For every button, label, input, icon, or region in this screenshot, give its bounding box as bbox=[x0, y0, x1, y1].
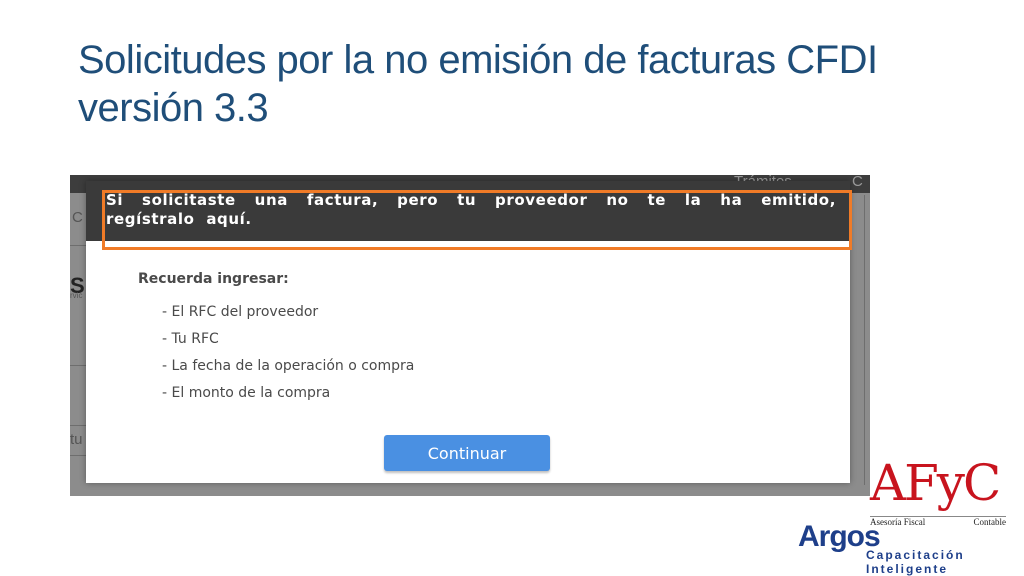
slide-title-line-2: versión 3.3 bbox=[78, 86, 269, 130]
continue-button[interactable]: Continuar bbox=[384, 435, 550, 471]
argos-tagline-line-2: Inteligente bbox=[866, 562, 949, 576]
background-menu-fragment[interactable]: C bbox=[852, 175, 863, 190]
background-divider bbox=[70, 245, 86, 246]
background-divider-vertical bbox=[864, 195, 865, 485]
argos-tagline-line-1: Capacitación bbox=[866, 548, 965, 562]
afyc-logo-letters: AFyC bbox=[870, 454, 1001, 512]
highlight-annotation-box bbox=[102, 190, 852, 250]
background-divider bbox=[70, 425, 86, 426]
slide-title-line-1: Solicitudes por la no emisión de factura… bbox=[78, 38, 878, 82]
argos-logo: Argos Capacitación Inteligente bbox=[798, 520, 1022, 576]
list-item: - Tu RFC bbox=[162, 331, 219, 347]
background-divider bbox=[70, 365, 86, 366]
background-fragment-4: tu bbox=[70, 431, 83, 448]
background-fragment-1: C bbox=[72, 209, 83, 226]
list-item: - La fecha de la operación o compra bbox=[162, 358, 415, 374]
background-fragment-3: rvic bbox=[70, 291, 83, 300]
modal-body: Recuerda ingresar: - El RFC del proveedo… bbox=[138, 271, 414, 407]
list-item: - El monto de la compra bbox=[162, 385, 331, 401]
slide-title: Solicitudes por la no emisión de factura… bbox=[78, 36, 978, 132]
list-item: - El RFC del proveedor bbox=[162, 304, 319, 320]
reminder-title: Recuerda ingresar: bbox=[138, 271, 289, 287]
background-divider bbox=[70, 455, 86, 456]
reminder-list: - El RFC del proveedor - Tu RFC - La fec… bbox=[138, 299, 414, 407]
argos-logo-tagline: Capacitación Inteligente bbox=[864, 548, 1010, 576]
